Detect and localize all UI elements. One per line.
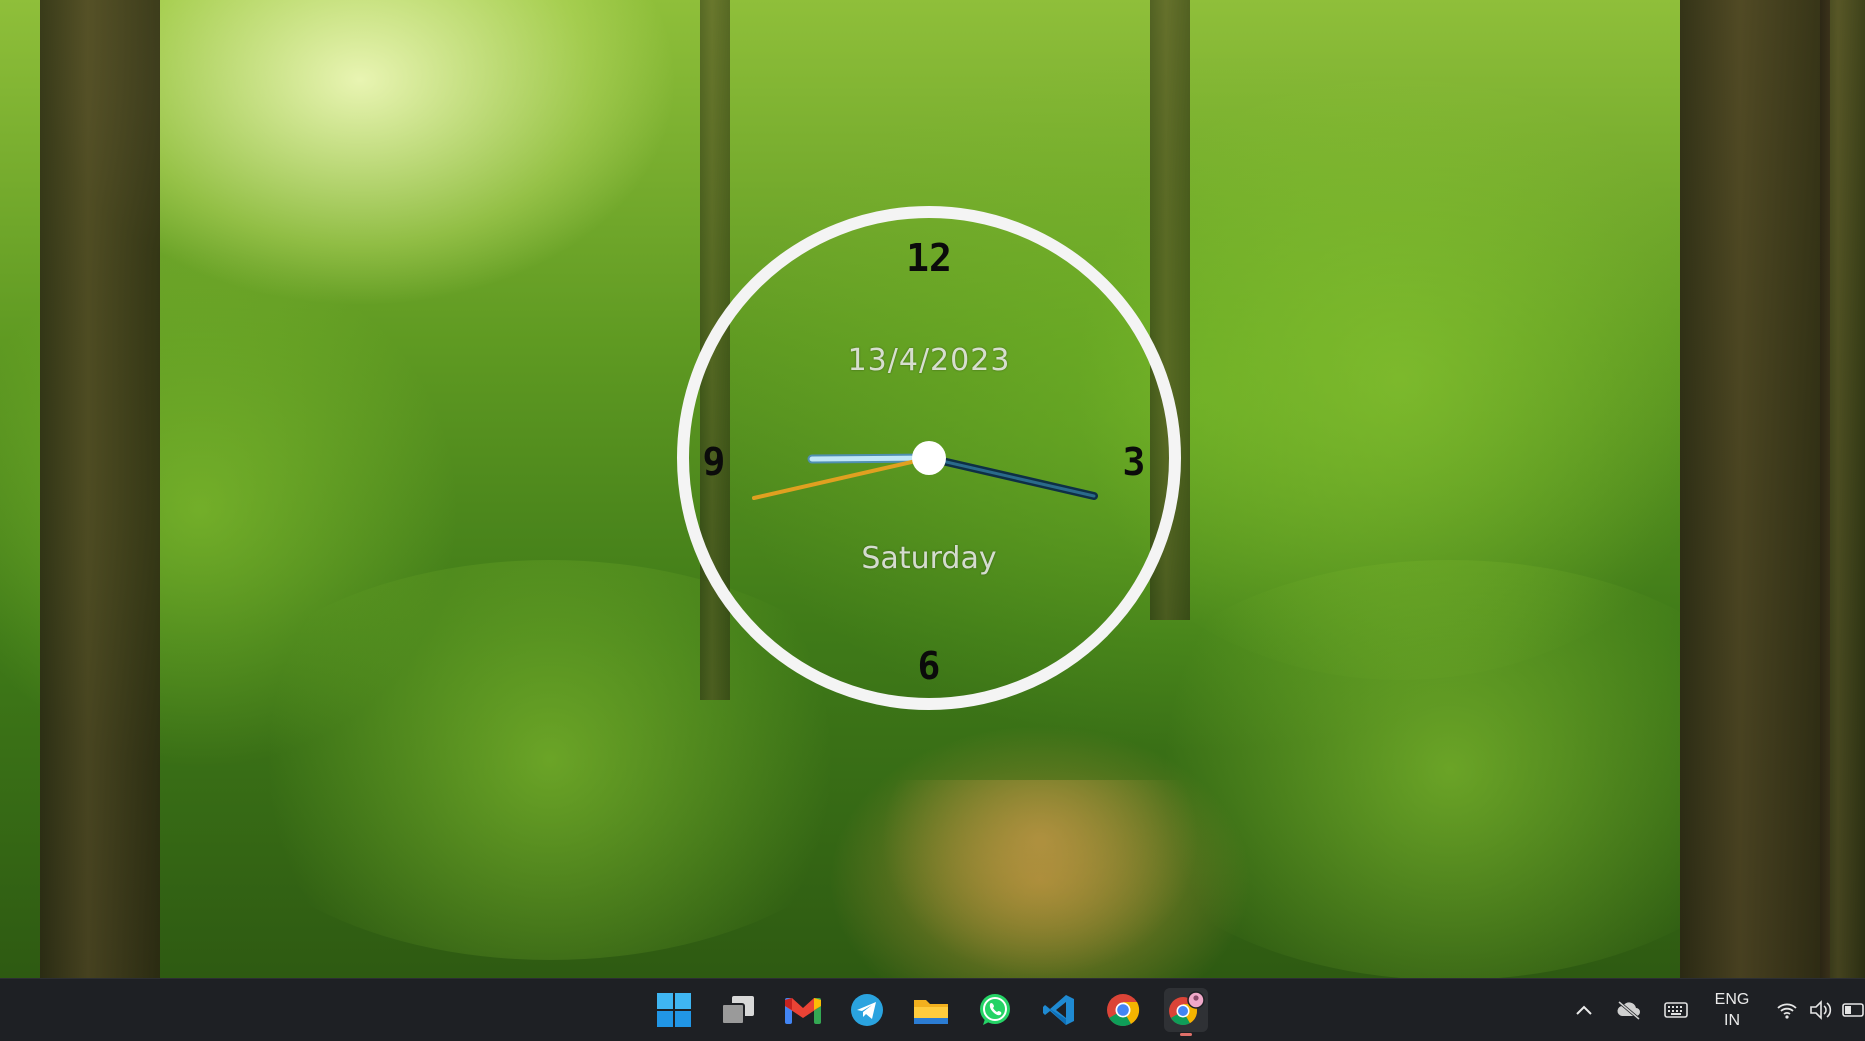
battery-icon xyxy=(1842,1003,1864,1017)
network-button[interactable] xyxy=(1774,979,1800,1041)
telegram-icon xyxy=(851,994,883,1026)
numeral-12: 12 xyxy=(906,236,952,280)
speaker-icon xyxy=(1810,1000,1832,1020)
task-view-button[interactable] xyxy=(716,988,760,1032)
file-explorer-button[interactable] xyxy=(909,988,953,1032)
chrome-profile-button[interactable] xyxy=(1164,988,1208,1036)
numeral-9: 9 xyxy=(702,440,726,484)
taskbar: ENG IN xyxy=(0,978,1865,1041)
start-button[interactable] xyxy=(652,988,696,1032)
touch-keyboard-button[interactable] xyxy=(1661,979,1691,1041)
volume-button[interactable] xyxy=(1806,979,1836,1041)
chevron-up-icon xyxy=(1576,1005,1592,1015)
hour-hand xyxy=(927,456,1096,498)
vscode-icon xyxy=(1043,995,1074,1025)
gmail-button[interactable] xyxy=(781,988,825,1032)
vscode-button[interactable] xyxy=(1037,988,1081,1032)
chrome-icon xyxy=(1107,994,1140,1027)
clock-center-pin xyxy=(912,441,946,475)
analog-clock-widget: 12 3 6 9 13/4/2023 Saturday xyxy=(674,203,1184,713)
region-code: IN xyxy=(1724,1012,1740,1029)
whatsapp-button[interactable] xyxy=(973,988,1017,1032)
clock-day: Saturday xyxy=(861,541,997,576)
folder-icon xyxy=(914,1000,948,1024)
windows-icon xyxy=(657,993,691,1027)
battery-button[interactable] xyxy=(1842,979,1865,1041)
cloud-offline-icon xyxy=(1617,1000,1640,1020)
numeral-6: 6 xyxy=(917,644,941,688)
whatsapp-icon xyxy=(980,994,1010,1025)
second-hand xyxy=(752,456,931,500)
language-indicator[interactable]: ENG IN xyxy=(1712,989,1752,1031)
show-hidden-icons-button[interactable] xyxy=(1570,979,1598,1041)
clock-date: 13/4/2023 xyxy=(847,343,1011,378)
chrome-profile-icon xyxy=(1169,991,1205,1025)
chrome-button[interactable] xyxy=(1101,988,1145,1032)
onedrive-status-button[interactable] xyxy=(1614,979,1644,1041)
wifi-icon xyxy=(1777,1003,1797,1019)
task-view-icon xyxy=(721,996,754,1025)
numeral-3: 3 xyxy=(1122,440,1146,484)
language-code: ENG xyxy=(1714,991,1750,1008)
minute-hand xyxy=(809,455,932,462)
active-app-indicator xyxy=(1180,1033,1192,1036)
gmail-icon xyxy=(785,998,821,1024)
keyboard-icon xyxy=(1664,1002,1688,1018)
telegram-button[interactable] xyxy=(845,988,889,1032)
